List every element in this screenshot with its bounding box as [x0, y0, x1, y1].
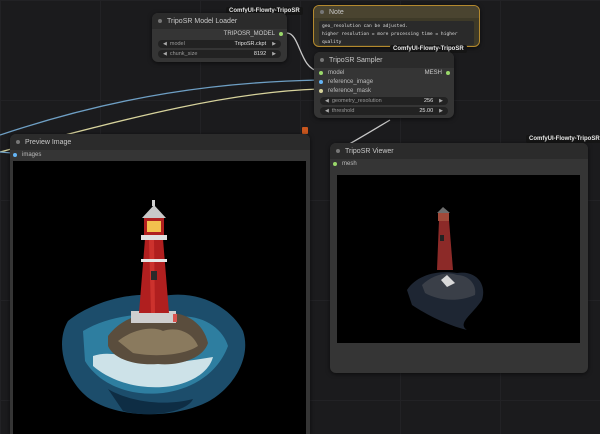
node-title-bar[interactable]: TripoSR Sampler	[314, 52, 454, 68]
note-text-line: geo_resolution can be adjusted.	[322, 24, 408, 29]
node-title: Note	[329, 8, 344, 16]
viewer-node[interactable]: TripoSR Viewer mesh	[330, 143, 588, 373]
collapse-dot-icon[interactable]	[320, 58, 324, 62]
node-title: Preview Image	[25, 138, 72, 146]
decrement-arrow-icon[interactable]: ◀	[325, 98, 329, 104]
wire-image-to-reference-image	[0, 79, 320, 136]
node-title-bar[interactable]: Note	[314, 6, 479, 18]
input-slot-dot-icon[interactable]	[319, 70, 323, 75]
mesh-viewer-canvas[interactable]	[337, 175, 580, 343]
decrement-arrow-icon[interactable]: ◀	[163, 41, 167, 47]
node-title: TripoSR Sampler	[329, 56, 383, 64]
widget-label: model	[169, 41, 185, 47]
output-slot-label: TRIPOSR_MODEL	[223, 30, 275, 37]
mesh-render-image	[407, 207, 484, 330]
input-slot-label: reference_mask	[328, 87, 372, 94]
input-slot-label: mesh	[342, 160, 357, 167]
widget-value: 25.00	[419, 108, 434, 114]
output-slot-label: MESH	[424, 69, 442, 76]
input-slot-row[interactable]: model MESH	[314, 68, 454, 77]
widget-label: geometry_resolution	[331, 98, 382, 104]
chunk-size-widget[interactable]: ◀ chunk_size 8192 ▶	[158, 50, 281, 58]
node-title: TripoSR Viewer	[345, 147, 394, 155]
increment-arrow-icon[interactable]: ▶	[439, 98, 443, 104]
decrement-arrow-icon[interactable]: ◀	[163, 51, 167, 57]
collapse-dot-icon[interactable]	[336, 149, 340, 153]
collapse-dot-icon[interactable]	[320, 10, 324, 14]
increment-arrow-icon[interactable]: ▶	[272, 51, 276, 57]
collapse-dot-icon[interactable]	[158, 19, 162, 23]
increment-arrow-icon[interactable]: ▶	[272, 41, 276, 47]
preview-image	[13, 161, 306, 434]
input-slot-dot-icon[interactable]	[13, 152, 17, 157]
output-slot-dot-icon[interactable]	[446, 70, 450, 75]
sampler-node[interactable]: TripoSR Sampler model MESH reference_ima…	[314, 52, 454, 118]
node-title: TripoSR Model Loader	[167, 17, 238, 25]
model-loader-node[interactable]: TripoSR Model Loader TRIPOSR_MODEL ◀ mod…	[152, 13, 287, 62]
widget-label: chunk_size	[169, 51, 198, 57]
input-slot-dot-icon[interactable]	[319, 88, 323, 93]
node-title-bar[interactable]: Preview Image	[10, 134, 310, 150]
input-slot-row[interactable]: reference_image	[314, 77, 454, 86]
note-textarea[interactable]: geo_resolution can be adjusted. higher r…	[319, 21, 474, 45]
preview-image-node[interactable]: Preview Image images	[10, 134, 310, 434]
widget-value: 256	[423, 98, 434, 104]
input-slot-label: reference_image	[328, 78, 374, 85]
output-slot-dot-icon[interactable]	[279, 31, 283, 36]
geometry-resolution-widget[interactable]: ◀ geometry_resolution 256 ▶	[320, 97, 448, 105]
increment-arrow-icon[interactable]: ▶	[439, 108, 443, 114]
node-title-bar[interactable]: TripoSR Model Loader	[152, 13, 287, 29]
decrement-arrow-icon[interactable]: ◀	[325, 108, 329, 114]
collapse-dot-icon[interactable]	[16, 140, 20, 144]
input-slot-label: images	[22, 151, 42, 158]
input-slot-label: model	[328, 69, 345, 76]
node-title-bar[interactable]: TripoSR Viewer	[330, 143, 588, 159]
widget-value: TripoSR.ckpt	[234, 41, 267, 47]
input-slot-row[interactable]: reference_mask	[314, 86, 454, 95]
close-node-icon[interactable]	[302, 127, 308, 134]
threshold-widget[interactable]: ◀ threshold 25.00 ▶	[320, 107, 448, 115]
widget-label: threshold	[331, 108, 355, 114]
note-node[interactable]: Note geo_resolution can be adjusted. hig…	[313, 5, 480, 47]
node-tag-label: ComfyUI-Flowty-TripoSR	[526, 135, 600, 143]
input-slot-row[interactable]: images	[10, 150, 310, 159]
lighthouse-image	[62, 200, 246, 415]
input-slot-row[interactable]: mesh	[330, 159, 588, 168]
input-slot-dot-icon[interactable]	[319, 79, 323, 84]
input-slot-dot-icon[interactable]	[333, 161, 337, 166]
output-slot-row[interactable]: TRIPOSR_MODEL	[152, 29, 287, 38]
widget-value: 8192	[253, 51, 267, 57]
model-widget[interactable]: ◀ model TripoSR.ckpt ▶	[158, 40, 281, 48]
